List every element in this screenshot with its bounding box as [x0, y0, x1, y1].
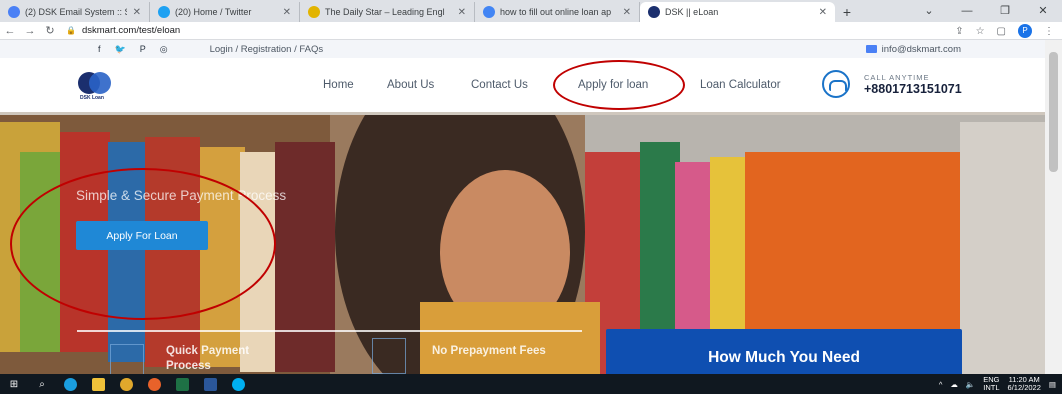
forward-icon[interactable]: →: [20, 25, 40, 37]
call-anytime[interactable]: CALL ANYTIME +8801713151071: [822, 70, 962, 98]
menu-kebab-icon[interactable]: ⋮: [1044, 26, 1054, 37]
clock[interactable]: 11:20 AM 6/12/2022: [1007, 375, 1041, 393]
how-much-heading: How Much You Need: [708, 349, 860, 366]
logo-circle-light: [89, 72, 111, 94]
url-field[interactable]: 🔒 dskmart.com/test/eloan: [66, 25, 180, 36]
site-header: DSK Loan Home About Us Contact Us Apply …: [0, 58, 1045, 112]
dailystar-favicon: [308, 6, 320, 18]
word-icon[interactable]: [196, 374, 224, 394]
how-much-panel: How Much You Need: [606, 329, 962, 374]
twitter-icon[interactable]: 🐦: [115, 44, 126, 55]
dsk-favicon: [648, 6, 660, 18]
close-icon[interactable]: ✕: [133, 7, 141, 18]
nav-contact-us[interactable]: Contact Us: [471, 79, 528, 91]
language-indicator[interactable]: ENG INTL: [983, 375, 1000, 393]
tab-label: (20) Home / Twitter: [175, 7, 252, 17]
bookmark-star-icon[interactable]: ☆: [976, 26, 985, 37]
close-icon[interactable]: ✕: [458, 7, 466, 18]
nav-loan-calculator[interactable]: Loan Calculator: [700, 79, 781, 91]
clock-date: 6/12/2022: [1007, 383, 1041, 392]
back-icon[interactable]: ←: [0, 25, 20, 37]
hero-banner: Simple & Secure Payment Process Apply Fo…: [0, 112, 1045, 374]
firefox-icon[interactable]: [140, 374, 168, 394]
close-window-icon[interactable]: ✕: [1024, 0, 1062, 22]
facebook-icon[interactable]: f: [98, 44, 101, 55]
close-icon[interactable]: ✕: [819, 7, 827, 18]
profile-avatar[interactable]: P: [1018, 24, 1032, 38]
phone-number: +8801713151071: [864, 81, 962, 96]
reload-icon[interactable]: ↻: [40, 24, 60, 37]
minimize-icon[interactable]: —: [948, 0, 986, 22]
nav-home[interactable]: Home: [323, 79, 354, 91]
excel-icon[interactable]: [168, 374, 196, 394]
skype-icon[interactable]: [224, 374, 252, 394]
url-text: dskmart.com/test/eloan: [81, 25, 181, 36]
twitter-favicon: [158, 6, 170, 18]
site-top-strip: f 🐦 P ◎ Login / Registration / FAQs info…: [0, 40, 1045, 58]
address-bar: ← → ↻ 🔒 dskmart.com/test/eloan ⇪ ☆ ▢ P ⋮: [0, 22, 1062, 40]
call-label: CALL ANYTIME: [864, 72, 930, 82]
windows-taskbar: ⊞ ⌕ ^ ☁ 🔈 ENG INTL 11:20 AM 6/12/2022 ▤: [0, 374, 1062, 394]
window-controls: ⌄ — ❐ ✕: [910, 0, 1062, 22]
contact-email[interactable]: info@dskmart.com: [865, 40, 961, 58]
hero-divider: [77, 330, 582, 332]
envelope-icon: [865, 45, 877, 53]
edge-icon[interactable]: [56, 374, 84, 394]
speaker-icon[interactable]: 🔈: [966, 380, 975, 389]
page-scrollbar[interactable]: [1045, 40, 1062, 374]
notification-icon[interactable]: ▤: [1049, 380, 1056, 389]
annotation-circle-nav: [553, 60, 685, 110]
site-logo[interactable]: DSK Loan: [78, 72, 118, 102]
tab-google-search[interactable]: how to fill out online loan ap ✕: [475, 2, 640, 22]
email-text: info@dskmart.com: [881, 43, 961, 55]
scrollbar-thumb[interactable]: [1049, 52, 1058, 172]
tab-daily-star[interactable]: The Daily Star – Leading Engl ✕: [300, 2, 475, 22]
lang-layout: INTL: [983, 383, 1000, 392]
headset-icon: [822, 70, 850, 98]
mail-favicon: [8, 6, 20, 18]
payment-icon: [110, 344, 144, 374]
sidebar-icon[interactable]: ▢: [997, 26, 1006, 37]
nav-about-us[interactable]: About Us: [387, 79, 434, 91]
system-tray: ^ ☁ 🔈 ENG INTL 11:20 AM 6/12/2022 ▤: [939, 374, 1056, 394]
lock-icon: 🔒: [66, 26, 76, 35]
instagram-icon[interactable]: ◎: [160, 44, 168, 55]
chrome-icon[interactable]: [112, 374, 140, 394]
tab-label: The Daily Star – Leading Engl: [325, 7, 445, 17]
browser-tab-bar: (2) DSK Email System :: Sent ✕ (20) Home…: [0, 0, 1062, 22]
tray-chevron-icon[interactable]: ^: [939, 380, 943, 389]
tab-label: how to fill out online loan ap: [500, 7, 612, 17]
pinterest-icon[interactable]: P: [140, 44, 146, 55]
new-tab-button[interactable]: +: [835, 2, 859, 22]
logo-text: DSK Loan: [80, 95, 104, 101]
close-icon[interactable]: ✕: [283, 7, 291, 18]
windows-start-icon[interactable]: ⊞: [0, 374, 28, 394]
screen: (2) DSK Email System :: Sent ✕ (20) Home…: [0, 0, 1062, 394]
network-icon[interactable]: ☁: [950, 380, 958, 389]
tab-twitter[interactable]: (20) Home / Twitter ✕: [150, 2, 300, 22]
tab-label: DSK || eLoan: [665, 7, 719, 17]
restore-icon[interactable]: ❐: [986, 0, 1024, 22]
tab-dsk-eloan[interactable]: DSK || eLoan ✕: [640, 2, 835, 22]
calculator-icon: [372, 338, 406, 374]
tab-label: (2) DSK Email System :: Sent: [25, 7, 127, 17]
search-icon[interactable]: ⌕: [28, 374, 56, 394]
file-explorer-icon[interactable]: [84, 374, 112, 394]
tab-dsk-email[interactable]: (2) DSK Email System :: Sent ✕: [0, 2, 150, 22]
tab-search-icon[interactable]: ⌄: [910, 0, 948, 22]
google-favicon: [483, 6, 495, 18]
share-icon[interactable]: ⇪: [955, 26, 963, 37]
feature-quick-payment: Quick Payment Process: [166, 345, 250, 372]
feature-no-prepayment: No Prepayment Fees: [432, 345, 546, 357]
account-links[interactable]: Login / Registration / FAQs: [210, 44, 324, 55]
close-icon[interactable]: ✕: [623, 7, 631, 18]
address-bar-actions: ⇪ ☆ ▢ P ⋮: [955, 22, 1054, 40]
social-links: f 🐦 P ◎: [98, 44, 168, 55]
annotation-circle-hero: [10, 168, 276, 320]
